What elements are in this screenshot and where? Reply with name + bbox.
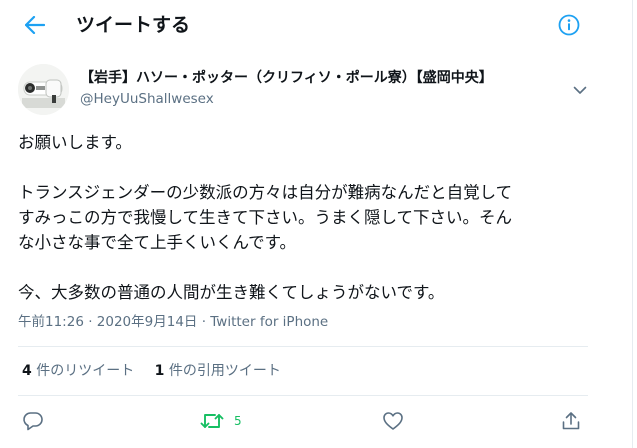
heart-icon — [383, 412, 403, 430]
page-title: ツイートする — [76, 14, 191, 36]
tweet-text: お願いします。 トランスジェンダーの少数派の方々は自分が難病なんだと自覚して す… — [18, 130, 598, 305]
tweet-paragraph: 今、大多数の普通の人間が生き難くてしょうがないです。 — [18, 283, 445, 302]
action-bar: 5 — [0, 405, 632, 437]
like-button[interactable] — [382, 405, 404, 437]
tweet-meta: 午前11:26 · 2020年9月14日 · Twitter for iPhon… — [18, 312, 328, 332]
quotes-label: 件の引用ツイート — [168, 363, 281, 379]
tweet-line: すみっこの方で我慢して生きて下さい。うまく隠して下さい。そん — [18, 208, 513, 227]
tweet-page: ツイートする 【岩手】ハソー・ポッター（クリフィソ・ポール寮）【盛岡中央】 @H… — [0, 0, 637, 448]
retweets-count: 4 — [22, 363, 32, 379]
reply-icon — [23, 412, 43, 431]
avatar[interactable] — [18, 64, 69, 115]
reply-button[interactable] — [22, 405, 44, 437]
info-icon — [558, 14, 580, 36]
divider — [18, 346, 588, 347]
author-display-name[interactable]: 【岩手】ハソー・ポッター（クリフィソ・ポール寮）【盛岡中央】 — [80, 68, 493, 88]
chevron-down-icon — [573, 86, 587, 94]
back-button[interactable] — [20, 10, 50, 40]
quotes-count: 1 — [154, 363, 165, 379]
column-border — [632, 0, 633, 448]
retweet-button[interactable]: 5 — [200, 405, 242, 437]
share-button[interactable] — [560, 405, 582, 437]
avatar-image — [18, 64, 69, 115]
info-button[interactable] — [555, 11, 583, 39]
tweet-line: な小さな事で全て上手くいくんです。 — [18, 233, 297, 252]
retweets-stat[interactable]: 4 件のリツイート — [22, 361, 134, 381]
page-header: ツイートする — [0, 0, 632, 50]
tweet-paragraph: お願いします。 — [18, 133, 132, 152]
author-handle[interactable]: @HeyUuShallwesex — [80, 89, 214, 109]
quotes-stat[interactable]: 1 件の引用ツイート — [155, 361, 281, 381]
tweet-line: トランスジェンダーの少数派の方々は自分が難病なんだと自覚して — [18, 183, 513, 202]
divider — [18, 395, 588, 396]
retweet-icon — [200, 414, 224, 428]
more-options-button[interactable] — [568, 78, 592, 102]
tweet-stats: 4 件のリツイート 1 件の引用ツイート — [22, 361, 297, 381]
share-icon — [562, 412, 580, 430]
timestamp[interactable]: 午前11:26 · 2020年9月14日 — [18, 314, 197, 330]
retweet-count: 5 — [234, 414, 242, 428]
meta-separator: · — [197, 314, 211, 330]
retweets-label: 件のリツイート — [36, 363, 135, 379]
arrow-left-icon — [25, 16, 45, 34]
source-link[interactable]: Twitter for iPhone — [210, 314, 328, 330]
